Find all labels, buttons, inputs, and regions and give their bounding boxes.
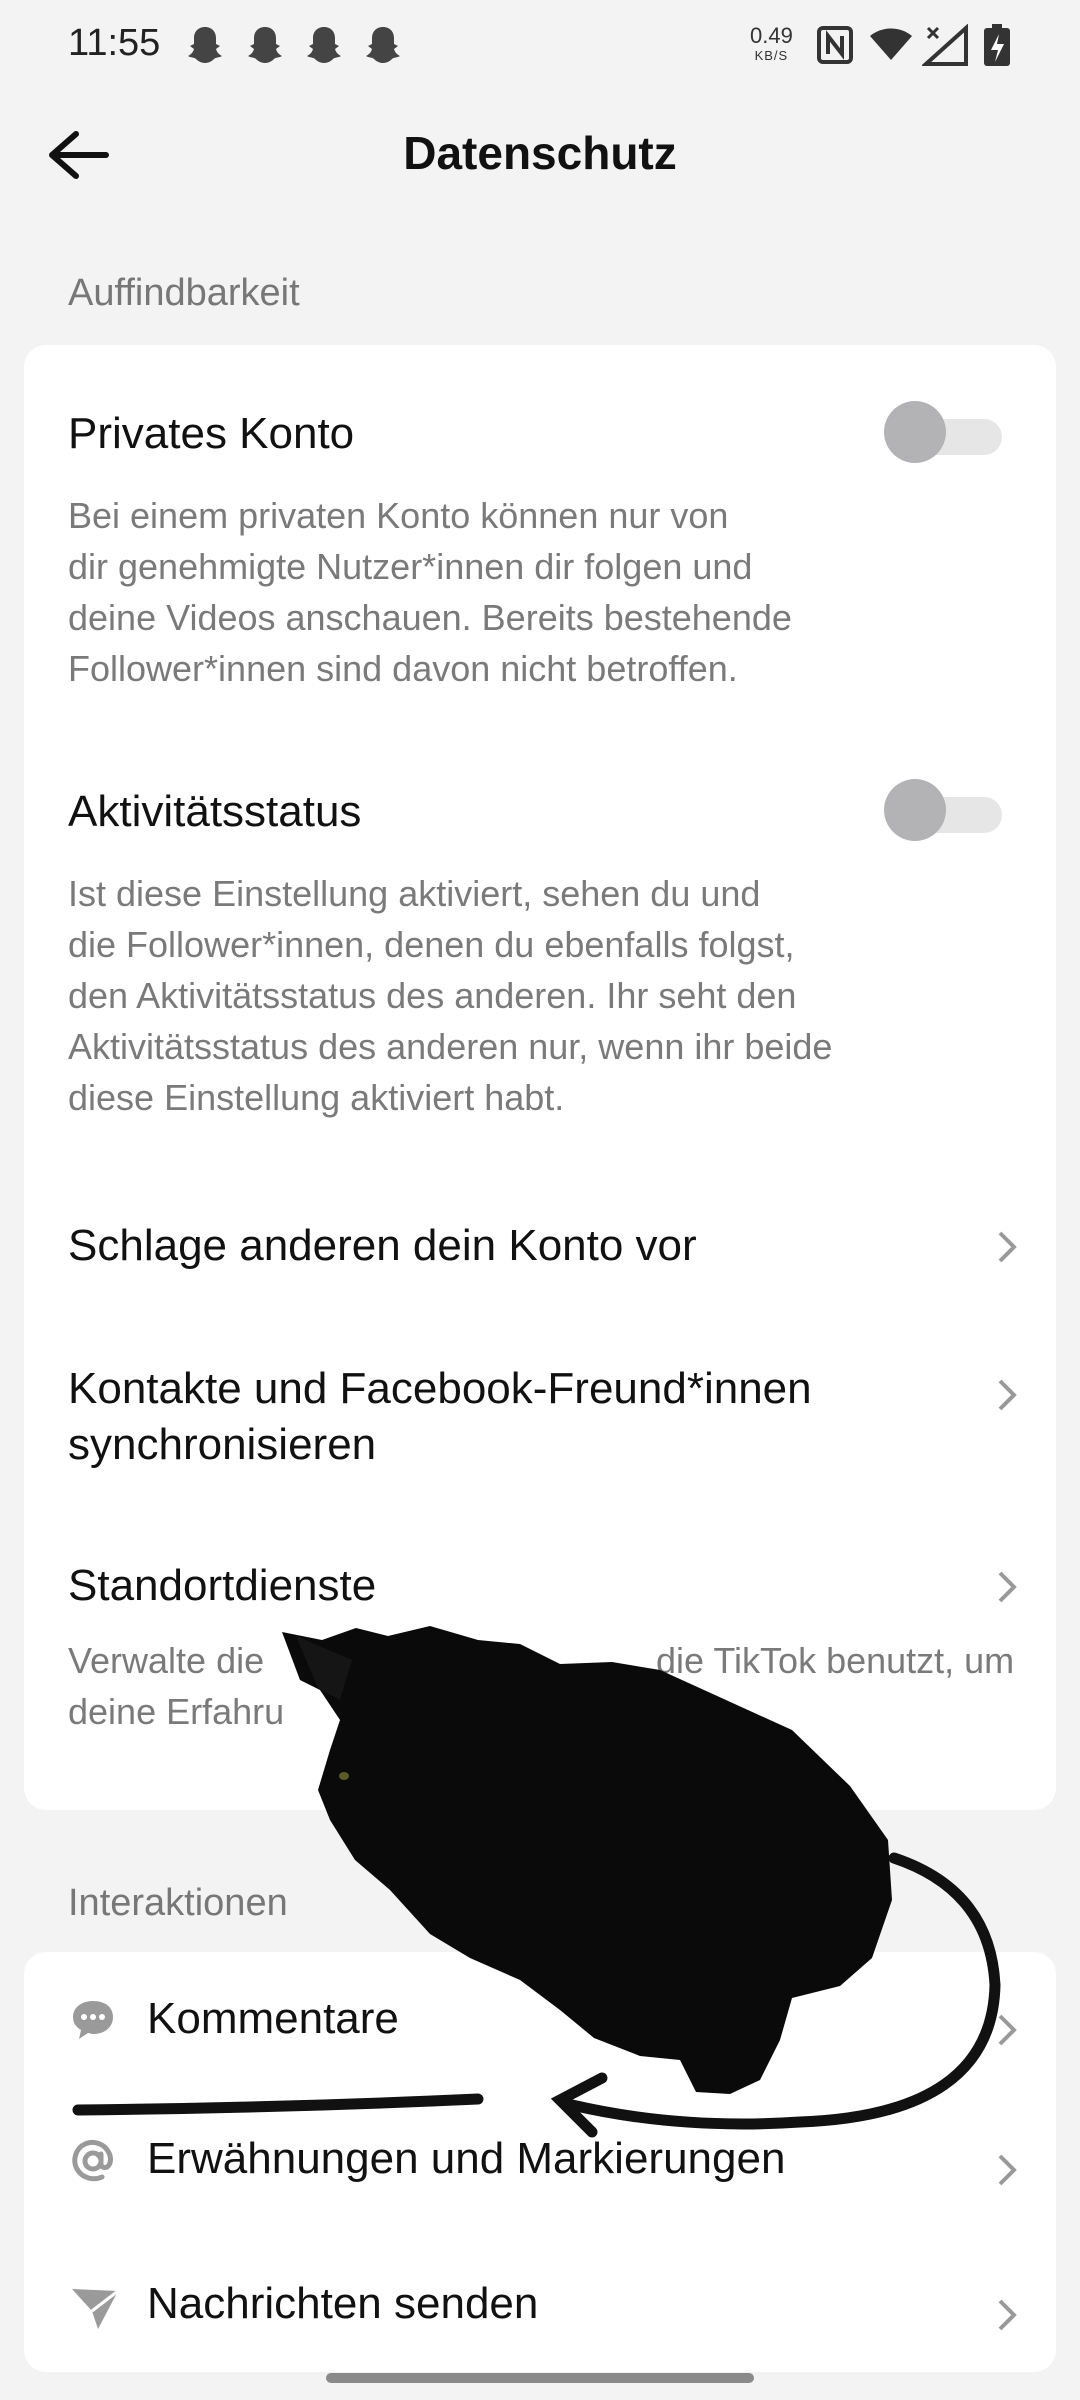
discoverability-card: Privates Konto Bei einem privaten Konto … (24, 345, 1056, 1810)
snapchat-ghost-icon (248, 27, 282, 63)
sync-contacts-label-line: synchronisieren (68, 1420, 377, 1469)
description-line: den Aktivitätsstatus des anderen. Ihr se… (68, 975, 797, 1016)
activity-status-description: Ist diese Einstellung aktiviert, sehen d… (68, 868, 1028, 1123)
snapchat-ghost-icon (307, 27, 341, 63)
snapchat-ghost-icon (366, 27, 400, 63)
private-account-description: Bei einem privaten Konto können nur von … (68, 490, 1028, 694)
comment-bubble-icon (73, 2001, 113, 2039)
description-fragment: Verwalte die (68, 1640, 265, 1681)
description-fragment: deine Erfahru (68, 1691, 285, 1732)
location-services-description: Verwalte die die TikTok benutzt, um dein… (68, 1635, 1028, 1737)
toggle-knob (884, 401, 946, 463)
network-speed: 0.49 KB/S (750, 23, 793, 66)
activity-status-toggle[interactable] (884, 779, 1002, 841)
chevron-right-icon (998, 2154, 1017, 2186)
activity-status-title: Aktivitätsstatus (68, 787, 362, 836)
comments-label: Kommentare (147, 1994, 399, 2043)
status-bar: 11:55 0.49 KB/S (0, 0, 1080, 90)
status-time: 11:55 (68, 22, 161, 64)
page-title: Datenschutz (403, 127, 677, 179)
app-bar: Datenschutz (0, 100, 1080, 210)
send-messages-row[interactable]: Nachrichten senden (24, 2237, 1056, 2372)
send-messages-label: Nachrichten senden (147, 2279, 539, 2328)
description-line: dir genehmigte Nutzer*innen dir folgen u… (68, 546, 753, 587)
nfc-icon (817, 26, 853, 64)
chevron-right-icon (998, 1231, 1017, 1263)
description-line: Ist diese Einstellung aktiviert, sehen d… (68, 873, 761, 914)
section-label-interactions: Interaktionen (68, 1882, 288, 1924)
battery-charging-icon (984, 24, 1010, 66)
private-account-toggle[interactable] (884, 401, 1002, 463)
chevron-right-icon (998, 2014, 1017, 2046)
sync-contacts-label: Kontakte und Facebook-Freund*innen synch… (68, 1361, 812, 1473)
send-paper-plane-icon (72, 2289, 119, 2329)
wifi-icon (870, 28, 912, 60)
description-line: deine Videos anschauen. Bereits bestehen… (68, 597, 792, 638)
description-fragment: die TikTok benutzt, um (656, 1640, 1015, 1681)
comments-row[interactable]: Kommentare (24, 1952, 1056, 2092)
snapchat-ghost-icon (188, 27, 222, 63)
description-line: die Follower*innen, denen du ebenfalls f… (68, 924, 795, 965)
interactions-card: Kommentare Erwähnungen und Markierungen … (24, 1952, 1056, 2372)
chevron-right-icon (998, 1571, 1017, 1603)
location-services-title: Standortdienste (68, 1561, 377, 1610)
description-line: diese Einstellung aktiviert habt. (68, 1077, 565, 1118)
sync-contacts-label-line: Kontakte und Facebook-Freund*innen (68, 1364, 812, 1413)
mentions-tags-row[interactable]: Erwähnungen und Markierungen (24, 2092, 1056, 2237)
description-line: Follower*innen sind davon nicht betroffe… (68, 648, 738, 689)
network-speed-value: 0.49 (750, 23, 793, 48)
description-line: Bei einem privaten Konto können nur von (68, 495, 729, 536)
chevron-right-icon (998, 1379, 1017, 1411)
location-services-row[interactable]: Standortdienste Verwalte die die TikTok … (24, 1525, 1056, 1785)
section-label-discoverability: Auffindbarkeit (68, 272, 300, 314)
toggle-knob (884, 779, 946, 841)
mentions-tags-label: Erwähnungen und Markierungen (147, 2134, 786, 2183)
network-speed-unit: KB/S (754, 48, 789, 63)
at-sign-icon (72, 2139, 113, 2182)
private-account-title: Privates Konto (68, 409, 355, 458)
cell-signal-icon (922, 24, 968, 66)
suggest-account-label: Schlage anderen dein Konto vor (68, 1221, 697, 1270)
sync-contacts-row[interactable]: Kontakte und Facebook-Freund*innen synch… (24, 1335, 1056, 1485)
home-indicator (326, 2373, 754, 2383)
chevron-right-icon (998, 2299, 1017, 2331)
suggest-account-row[interactable]: Schlage anderen dein Konto vor (24, 1185, 1056, 1305)
description-line: Aktivitätsstatus des anderen nur, wenn i… (68, 1026, 833, 1067)
